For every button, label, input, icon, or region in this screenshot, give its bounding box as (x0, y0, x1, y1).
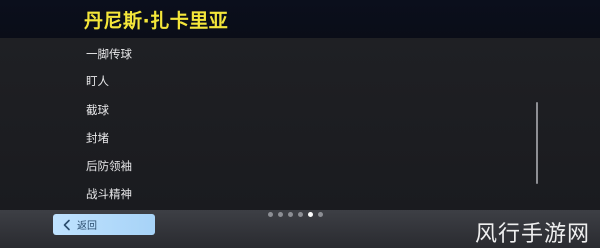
chevron-left-icon (63, 219, 70, 230)
trait-item: 一脚传球 (86, 47, 132, 61)
trait-item: 封堵 (86, 131, 109, 145)
watermark-logo: 风行手游网 (474, 222, 590, 247)
scrollbar[interactable] (536, 102, 538, 184)
back-label: 返回 (77, 221, 97, 232)
header-bar: 丹尼斯·扎卡里亚 (0, 0, 600, 38)
traits-panel[interactable]: 一脚传球 盯人 截球 封堵 后防领袖 战斗精神 (0, 38, 600, 210)
page-dot[interactable] (288, 212, 293, 217)
trait-item: 盯人 (86, 74, 109, 88)
trait-list: 一脚传球 盯人 截球 封堵 后防领袖 战斗精神 (0, 38, 520, 210)
page-dot[interactable] (278, 212, 283, 217)
trait-item: 后防领袖 (86, 159, 132, 173)
page-indicator (268, 212, 323, 217)
page-dot[interactable] (318, 212, 323, 217)
trait-item: 截球 (86, 103, 109, 117)
page-dot[interactable] (268, 212, 273, 217)
back-button[interactable]: 返回 (53, 214, 155, 235)
page-dot[interactable] (298, 212, 303, 217)
page-dot[interactable] (308, 212, 313, 217)
footer-bar: 返回 风行手游网 (0, 210, 600, 248)
player-name: 丹尼斯·扎卡里亚 (84, 10, 229, 32)
trait-item: 战斗精神 (86, 187, 132, 201)
